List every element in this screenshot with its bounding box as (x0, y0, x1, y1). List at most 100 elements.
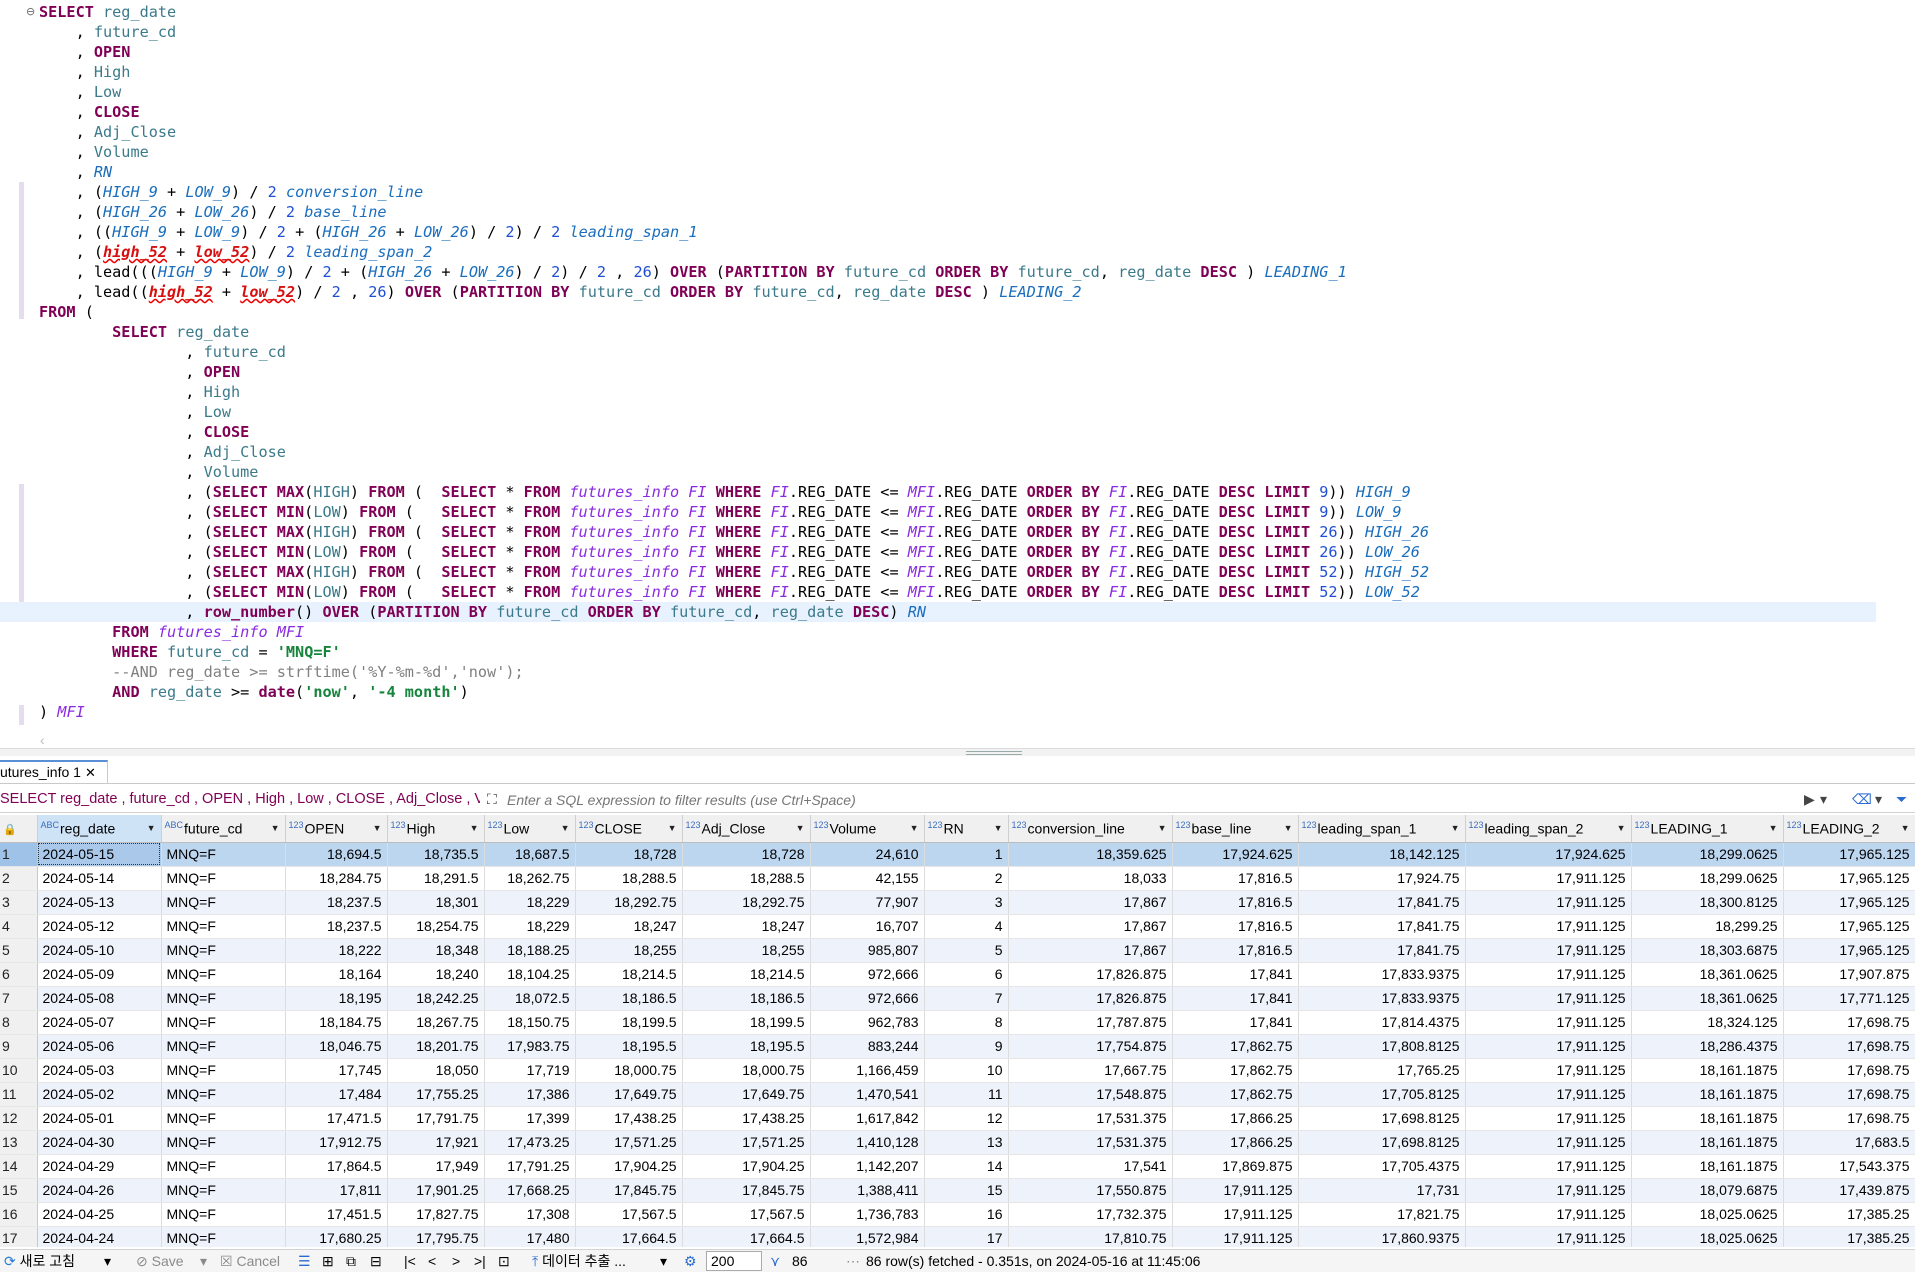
table-cell[interactable]: 18,361.0625 (1631, 986, 1784, 1011)
export-button[interactable]: ⤒ 데이터 추출 ... (532, 1250, 626, 1272)
table-cell[interactable]: MNQ=F (161, 962, 286, 987)
table-cell[interactable]: 17,567.5 (575, 1202, 683, 1227)
table-row[interactable]: 10 2024-05-03 MNQ=F 17,745 18,050 17,719 18,00… (0, 1058, 1915, 1083)
table-cell[interactable]: 2024-04-25 (37, 1202, 162, 1227)
copy-row-icon[interactable]: ⧉ (346, 1250, 356, 1272)
table-cell[interactable]: 17,867 (1008, 890, 1173, 915)
table-row[interactable]: 13 2024-04-30 MNQ=F 17,912.75 17,921 17,473.2… (0, 1130, 1915, 1155)
row-number[interactable]: 7 (0, 986, 38, 1011)
table-cell[interactable]: 17,438.25 (682, 1106, 811, 1131)
table-cell[interactable]: 17,550.875 (1008, 1178, 1173, 1203)
table-cell[interactable]: 17,816.5 (1172, 938, 1299, 963)
table-cell[interactable]: 18,291.5 (387, 866, 485, 891)
table-cell[interactable]: 18,150.75 (484, 1010, 576, 1035)
table-cell[interactable]: 18,735.5 (387, 842, 485, 867)
table-cell[interactable]: 18,050 (387, 1058, 485, 1083)
fetch-all-icon[interactable]: ⊡ (498, 1250, 510, 1272)
table-cell[interactable]: 18,161.1875 (1631, 1154, 1784, 1179)
table-cell[interactable]: 972,666 (810, 986, 925, 1011)
code-line[interactable]: WHERE future_cd = 'MNQ=F' (39, 642, 1876, 662)
table-cell[interactable]: 8 (924, 1010, 1009, 1035)
code-line[interactable]: , (SELECT MIN(LOW) FROM ( SELECT * FROM … (39, 502, 1876, 522)
table-cell[interactable]: 2024-05-02 (37, 1082, 162, 1107)
table-cell[interactable]: 17,965.125 (1783, 842, 1915, 867)
table-cell[interactable]: MNQ=F (161, 890, 286, 915)
code-line[interactable]: , Low (39, 402, 1876, 422)
table-cell[interactable]: 10 (924, 1058, 1009, 1083)
row-number[interactable]: 6 (0, 962, 38, 987)
table-cell[interactable]: 2024-05-03 (37, 1058, 162, 1083)
code-line[interactable]: , CLOSE (39, 422, 1876, 442)
column-header-leading-span-2[interactable]: 123leading_span_2 ▼ (1465, 815, 1632, 843)
table-cell[interactable]: 1 (924, 842, 1009, 867)
table-cell[interactable]: 17,869.875 (1172, 1154, 1299, 1179)
next-page-icon[interactable]: > (452, 1250, 460, 1272)
sort-dropdown-icon[interactable]: ▼ (668, 823, 677, 833)
table-cell[interactable]: 18,288.5 (575, 866, 683, 891)
table-cell[interactable]: 17,841 (1172, 1010, 1299, 1035)
table-cell[interactable]: 17,867 (1008, 914, 1173, 939)
table-cell[interactable]: 17,731 (1298, 1178, 1466, 1203)
table-row[interactable]: 4 2024-05-12 MNQ=F 18,237.5 18,254.75 18,229 1… (0, 914, 1915, 939)
table-cell[interactable]: 17,705.8125 (1298, 1082, 1466, 1107)
table-cell[interactable]: 17,531.375 (1008, 1106, 1173, 1131)
column-header-volume[interactable]: 123Volume ▼ (810, 815, 925, 843)
sort-dropdown-icon[interactable]: ▼ (1451, 823, 1460, 833)
table-cell[interactable]: 17,814.4375 (1298, 1010, 1466, 1035)
table-cell[interactable]: MNQ=F (161, 1034, 286, 1059)
code-line[interactable]: SELECT reg_date (39, 2, 1876, 22)
table-cell[interactable]: 17,911.125 (1465, 1130, 1632, 1155)
code-line[interactable]: , future_cd (39, 22, 1876, 42)
table-cell[interactable]: 18,254.75 (387, 914, 485, 939)
table-cell[interactable]: 16 (924, 1202, 1009, 1227)
table-cell[interactable]: 17,649.75 (682, 1082, 811, 1107)
table-cell[interactable]: MNQ=F (161, 842, 286, 867)
table-cell[interactable]: 2024-05-01 (37, 1106, 162, 1131)
sort-dropdown-icon[interactable]: ▼ (1284, 823, 1293, 833)
table-cell[interactable]: 17,907.875 (1783, 962, 1915, 987)
table-cell[interactable]: MNQ=F (161, 986, 286, 1011)
table-cell[interactable]: 17,965.125 (1783, 938, 1915, 963)
chevron-down-icon[interactable]: ▾ (1875, 791, 1882, 808)
table-cell[interactable]: 17,765.25 (1298, 1058, 1466, 1083)
table-cell[interactable]: 17,911.125 (1465, 866, 1632, 891)
table-cell[interactable]: 18,079.6875 (1631, 1178, 1784, 1203)
table-cell[interactable]: 17,911.125 (1465, 890, 1632, 915)
expand-icon[interactable]: ⛶ (487, 791, 497, 808)
table-cell[interactable]: 17,386 (484, 1082, 576, 1107)
table-cell[interactable]: 18,687.5 (484, 842, 576, 867)
table-cell[interactable]: 17,771.125 (1783, 986, 1915, 1011)
save-dropdown-icon[interactable]: ▾ (200, 1250, 207, 1272)
table-cell[interactable]: 18,025.0625 (1631, 1202, 1784, 1227)
table-cell[interactable]: 14 (924, 1154, 1009, 1179)
table-cell[interactable]: 18,694.5 (285, 842, 388, 867)
table-cell[interactable]: 17,791.25 (484, 1154, 576, 1179)
column-header-rn[interactable]: 123RN ▼ (924, 815, 1009, 843)
table-cell[interactable]: 18,286.4375 (1631, 1034, 1784, 1059)
column-header-leading-1[interactable]: 123LEADING_1 ▼ (1631, 815, 1784, 843)
table-cell[interactable]: 11 (924, 1082, 1009, 1107)
table-row[interactable]: 3 2024-05-13 MNQ=F 18,237.5 18,301 18,229 18,2… (0, 890, 1915, 915)
table-cell[interactable]: MNQ=F (161, 1226, 286, 1247)
code-line[interactable]: --AND reg_date >= strftime('%Y-%m-%d','n… (39, 662, 1876, 682)
table-cell[interactable]: 17,698.75 (1783, 1010, 1915, 1035)
code-line[interactable]: , Low (39, 82, 1876, 102)
table-row[interactable]: 6 2024-05-09 MNQ=F 18,164 18,240 18,104.25 18,… (0, 962, 1915, 987)
first-page-icon[interactable]: |< (404, 1250, 416, 1272)
table-cell[interactable]: 17,826.875 (1008, 962, 1173, 987)
table-cell[interactable]: 17,683.5 (1783, 1130, 1915, 1155)
table-cell[interactable]: 18,262.75 (484, 866, 576, 891)
table-cell[interactable]: 3 (924, 890, 1009, 915)
scroll-left-icon[interactable]: ‹ (40, 732, 45, 748)
column-header-leading-2[interactable]: 123LEADING_2 ▼ (1783, 815, 1915, 843)
table-cell[interactable]: 18,072.5 (484, 986, 576, 1011)
table-cell[interactable]: 17,911.125 (1465, 1178, 1632, 1203)
row-number[interactable]: 15 (0, 1178, 38, 1203)
table-cell[interactable]: 18,247 (575, 914, 683, 939)
table-cell[interactable]: 17,911.125 (1465, 938, 1632, 963)
table-cell[interactable]: 17,864.5 (285, 1154, 388, 1179)
code-line[interactable]: , (SELECT MIN(LOW) FROM ( SELECT * FROM … (39, 542, 1876, 562)
code-line[interactable]: FROM futures_info MFI (39, 622, 1876, 642)
table-cell[interactable]: 17,567.5 (682, 1202, 811, 1227)
table-cell[interactable]: 17,862.75 (1172, 1082, 1299, 1107)
